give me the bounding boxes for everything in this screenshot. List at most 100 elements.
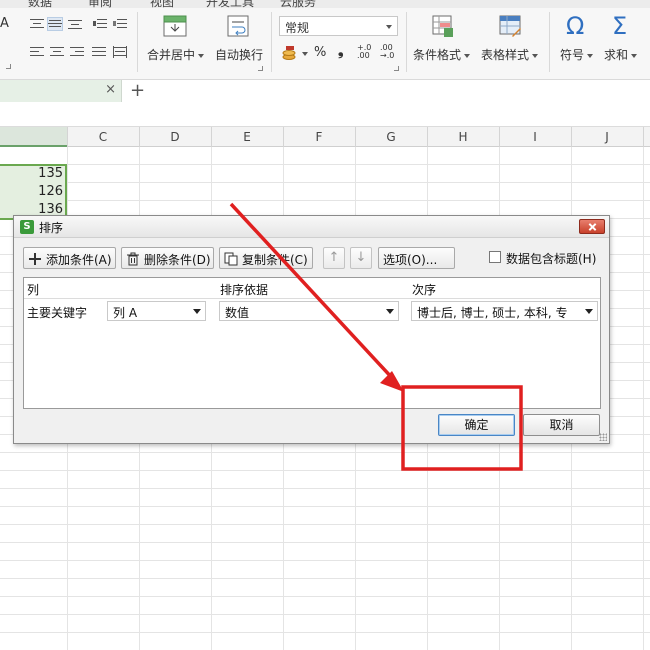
copy-condition-button[interactable]: 复制条件(C) xyxy=(219,247,313,269)
new-tab-icon[interactable]: + xyxy=(130,80,145,101)
thousands-separator-button[interactable]: ❟ xyxy=(338,43,344,59)
table-style-label: 表格样式 xyxy=(481,48,530,62)
align-right-icon[interactable] xyxy=(70,46,84,58)
align-left-icon[interactable] xyxy=(30,46,44,58)
tab-data[interactable]: 数据 xyxy=(28,0,52,8)
add-condition-label: 添加条件(A) xyxy=(46,253,112,267)
column-header-j[interactable]: J xyxy=(571,130,643,144)
column-header-selected[interactable] xyxy=(0,127,67,147)
merge-dropdown-icon xyxy=(198,53,205,58)
percent-format-button[interactable]: % xyxy=(314,45,326,60)
autosum-label: 求和 xyxy=(604,48,629,62)
sort-basis-select[interactable]: 数值 xyxy=(219,301,399,321)
arrow-up-icon: ↑ xyxy=(328,250,340,265)
column-header-g[interactable]: G xyxy=(355,130,427,144)
tab-review[interactable]: 审阅 xyxy=(88,0,112,8)
ok-button[interactable]: 确定 xyxy=(438,414,515,436)
column-header-label: 列 xyxy=(27,283,40,297)
column-header-c[interactable]: C xyxy=(67,130,139,144)
sort-dialog: S 排序 添加条件(A) 删除条件(D) 复制条件(C) ↑ ↓ 选项(O)..… xyxy=(13,215,610,444)
close-tab-icon[interactable]: × xyxy=(105,82,116,97)
symbol-label: 符号 xyxy=(560,48,585,62)
align-middle-icon[interactable] xyxy=(47,17,63,31)
chevron-down-icon xyxy=(631,53,638,58)
decrease-indent-icon[interactable] xyxy=(93,18,107,30)
merge-center-button[interactable]: 合并居中 xyxy=(147,46,205,63)
header-checkbox[interactable] xyxy=(489,251,501,263)
tab-developer[interactable]: 开发工具 xyxy=(206,0,254,8)
document-tab[interactable]: × xyxy=(0,80,122,102)
tab-cloud[interactable]: 云服务 xyxy=(280,0,316,8)
conditional-format-icon[interactable] xyxy=(431,14,455,38)
copy-condition-label: 复制条件(C) xyxy=(242,253,308,267)
tab-view[interactable]: 视图 xyxy=(150,0,174,8)
table-style-icon[interactable] xyxy=(498,14,522,38)
chevron-down-icon xyxy=(193,309,201,314)
increase-decimal-button[interactable]: +.0.00 xyxy=(357,44,373,60)
sigma-sum-icon[interactable]: Σ xyxy=(612,12,627,40)
plus-icon xyxy=(29,253,41,265)
chevron-down-icon xyxy=(585,309,593,314)
wps-logo-icon: S xyxy=(20,220,34,234)
column-header-i[interactable]: I xyxy=(499,130,571,144)
currency-dropdown-icon[interactable] xyxy=(302,52,308,56)
table-style-button[interactable]: 表格样式 xyxy=(481,46,539,63)
column-header-h[interactable]: H xyxy=(427,130,499,144)
sort-conditions-list: 列 排序依据 次序 主要关键字 列 A 数值 博士后, 博士, 硕士, 本科, … xyxy=(23,277,601,409)
chevron-down-icon xyxy=(587,53,594,58)
number-format-value: 常规 xyxy=(285,21,310,35)
order-select[interactable]: 博士后, 博士, 硕士, 本科, 专 xyxy=(411,301,598,321)
order-header-label: 次序 xyxy=(412,283,437,297)
ribbon-toolbar: 数据 审阅 视图 开发工具 云服务 A 合并居中 自动换行 常规 % ❟ +.0… xyxy=(0,0,650,80)
conditional-format-button[interactable]: 条件格式 xyxy=(413,46,471,63)
resize-grip-icon[interactable] xyxy=(599,433,607,441)
autosum-button[interactable]: 求和 xyxy=(604,46,638,63)
column-header-d[interactable]: D xyxy=(139,130,211,144)
decrease-decimal-button[interactable]: .00 →.0 xyxy=(380,44,396,60)
font-letter[interactable]: A xyxy=(0,16,9,31)
move-up-button[interactable]: ↑ xyxy=(323,247,345,269)
dialog-titlebar[interactable]: S 排序 xyxy=(14,216,609,238)
dialog-title: 排序 xyxy=(39,221,64,235)
alignment-group-launcher-icon[interactable] xyxy=(258,66,263,71)
cell-value[interactable]: 135 xyxy=(0,166,63,181)
add-condition-button[interactable]: 添加条件(A) xyxy=(23,247,116,269)
font-group-launcher-icon[interactable] xyxy=(6,64,11,69)
primary-column-value: 列 A xyxy=(113,306,138,320)
symbol-button[interactable]: 符号 xyxy=(560,46,594,63)
primary-key-label: 主要关键字 xyxy=(27,306,88,320)
ribbon-tabs-clipped: 数据 审阅 视图 开发工具 云服务 xyxy=(0,0,650,8)
chevron-down-icon xyxy=(386,309,394,314)
number-group-launcher-icon[interactable] xyxy=(394,66,399,71)
column-header-e[interactable]: E xyxy=(211,130,283,144)
cancel-button[interactable]: 取消 xyxy=(523,414,600,436)
trash-icon xyxy=(127,252,139,266)
options-button[interactable]: 选项(O)... xyxy=(378,247,455,269)
cell-value[interactable]: 126 xyxy=(0,184,63,199)
chevron-down-icon xyxy=(464,53,471,58)
copy-icon xyxy=(224,252,238,266)
move-down-button[interactable]: ↓ xyxy=(350,247,372,269)
delete-condition-label: 删除条件(D) xyxy=(144,253,211,267)
align-top-icon[interactable] xyxy=(30,18,44,30)
wrap-text-button[interactable]: 自动换行 xyxy=(215,46,263,63)
close-button[interactable] xyxy=(579,219,605,234)
primary-column-select[interactable]: 列 A xyxy=(107,301,206,321)
number-format-select[interactable]: 常规 xyxy=(279,16,398,36)
increase-indent-icon[interactable] xyxy=(113,18,127,30)
chevron-down-icon xyxy=(386,25,392,29)
currency-format-icon[interactable] xyxy=(281,45,299,61)
column-header-f[interactable]: F xyxy=(283,130,355,144)
wrap-text-icon[interactable] xyxy=(226,14,250,38)
header-checkbox-label[interactable]: 数据包含标题(H) xyxy=(506,250,596,267)
align-center-icon[interactable] xyxy=(50,46,64,58)
justify-icon[interactable] xyxy=(92,46,106,58)
chevron-down-icon xyxy=(532,53,539,58)
delete-condition-button[interactable]: 删除条件(D) xyxy=(121,247,214,269)
distributed-align-icon[interactable] xyxy=(113,46,127,58)
order-value: 博士后, 博士, 硕士, 本科, 专 xyxy=(417,306,568,320)
omega-symbol-icon[interactable]: Ω xyxy=(566,12,584,40)
merge-center-icon[interactable] xyxy=(163,14,187,38)
merge-center-label: 合并居中 xyxy=(147,48,196,62)
align-bottom-icon[interactable] xyxy=(68,18,82,30)
